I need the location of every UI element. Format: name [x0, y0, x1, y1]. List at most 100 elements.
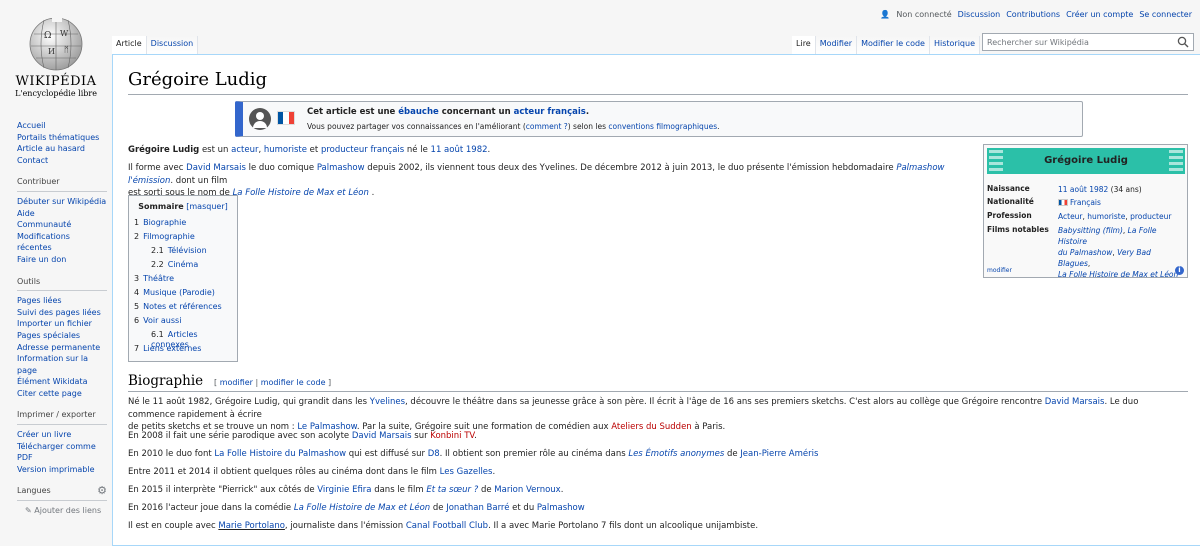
link-palmashow[interactable]: Palmashow: [537, 503, 585, 513]
toc-item[interactable]: 4 Musique (Parodie): [134, 288, 215, 298]
sidebar-item-portails[interactable]: Portails thématiques: [17, 133, 99, 142]
toc-item[interactable]: 2 Filmographie: [134, 232, 195, 242]
conventions-link[interactable]: conventions filmographiques: [608, 122, 717, 131]
search-input[interactable]: [983, 34, 1173, 50]
create-account-link[interactable]: Créer un compte: [1066, 10, 1133, 19]
link-birthdate[interactable]: 11 août 1982: [431, 145, 488, 155]
toc-link[interactable]: Télévision: [168, 246, 207, 255]
search-icon[interactable]: [1177, 36, 1189, 48]
sidebar-item-permalink[interactable]: Adresse permanente: [17, 343, 100, 352]
link-folle-histoire-palmashow[interactable]: du Palmashow: [1058, 248, 1112, 257]
login-link[interactable]: Se connecter: [1139, 10, 1192, 19]
tab-article[interactable]: Article: [112, 36, 147, 55]
gear-icon[interactable]: ⚙: [97, 485, 107, 497]
link-palmashow[interactable]: Palmashow: [317, 163, 365, 173]
sidebar-item-contact[interactable]: Contact: [17, 156, 48, 165]
link-virginie-efira[interactable]: Virginie Efira: [317, 485, 371, 495]
sidebar-item-donate[interactable]: Faire un don: [17, 255, 66, 264]
sidebar-item-suivi[interactable]: Suivi des pages liées: [17, 308, 101, 317]
toc-link[interactable]: Musique (Parodie): [143, 288, 215, 297]
toc-link[interactable]: Biographie: [143, 218, 186, 227]
wikipedia-logo[interactable]: Ω W И ᛗ WIKIPÉDIA L'encyclopédie libre: [8, 12, 104, 98]
sidebar-item-accueil[interactable]: Accueil: [17, 121, 46, 130]
link-et-ta-soeur[interactable]: Et ta sœur ?: [426, 485, 478, 495]
edit-section-code-link[interactable]: modifier le code: [261, 378, 326, 387]
link-marie-portolano[interactable]: Marie Portolano: [218, 521, 285, 531]
link-jean-pierre-ameris[interactable]: Jean-Pierre Améris: [740, 449, 818, 459]
link-humoriste[interactable]: humoriste: [264, 145, 307, 155]
sidebar-item-wikidata[interactable]: Élément Wikidata: [17, 377, 88, 386]
sidebar-item-printable[interactable]: Version imprimable: [17, 465, 94, 474]
sidebar-item-random-article[interactable]: Article au hasard: [17, 144, 85, 153]
sidebar-item-download[interactable]: Télécharger comme: [17, 442, 96, 451]
tab-read[interactable]: Lire: [792, 36, 816, 55]
link-max-et-leon[interactable]: La Folle Histoire de Max et Léon: [233, 188, 369, 198]
text: Entre 2011 et 2014 il obtient quelques r…: [128, 467, 440, 477]
tab-discussion[interactable]: Discussion: [146, 36, 199, 55]
link-humoriste[interactable]: humoriste: [1087, 212, 1125, 221]
add-links-link[interactable]: ✎ Ajouter des liens: [17, 505, 107, 517]
stub-link[interactable]: ébauche: [398, 107, 439, 117]
sidebar-item-pages-liees[interactable]: Pages liées: [17, 296, 62, 305]
infobox-value: Français: [1058, 197, 1185, 208]
toc-link[interactable]: Notes et références: [143, 302, 222, 311]
tab-edit-code[interactable]: Modifier le code: [857, 36, 930, 55]
link-acteur[interactable]: acteur: [231, 145, 258, 155]
sidebar-item-page-info[interactable]: Information sur la page: [17, 354, 88, 375]
sidebar-item-recent-changes[interactable]: Modifications récentes: [17, 232, 70, 253]
toc-item[interactable]: 7 Liens externes: [134, 344, 201, 354]
section-heading-biographie: Biographie [ modifier | modifier le code…: [128, 373, 1188, 392]
link-producteur[interactable]: producteur français: [321, 145, 404, 155]
link-marion-vernoux[interactable]: Marion Vernoux: [494, 485, 560, 495]
toc-item[interactable]: 5 Notes et références: [134, 302, 222, 312]
tab-history[interactable]: Historique: [929, 36, 980, 55]
link-emotifs-anonymes[interactable]: Les Émotifs anonymes: [628, 449, 724, 459]
link-jonathan-barre[interactable]: Jonathan Barré: [446, 503, 509, 513]
sidebar-item-upload[interactable]: Importer un fichier: [17, 319, 92, 328]
toc-item[interactable]: 2.2 Cinéma: [151, 260, 198, 270]
link-babysitting[interactable]: Babysitting (film): [1058, 226, 1123, 235]
toc-toggle[interactable]: [masquer]: [186, 202, 227, 211]
toc-link[interactable]: Cinéma: [168, 260, 199, 269]
sidebar-item-aide[interactable]: Aide: [17, 209, 35, 218]
stub-notice: Cet article est une ébauche concernant u…: [235, 101, 1083, 137]
info-icon[interactable]: i: [1175, 266, 1184, 275]
tab-edit[interactable]: Modifier: [815, 36, 858, 55]
sidebar-item-special-pages[interactable]: Pages spéciales: [17, 331, 80, 340]
toc-link[interactable]: Filmographie: [143, 232, 195, 241]
toc-link[interactable]: Voir aussi: [143, 316, 181, 325]
sidebar-item-create-book[interactable]: Créer un livre: [17, 430, 71, 439]
sidebar-item-cite[interactable]: Citer cette page: [17, 389, 82, 398]
link-d8[interactable]: D8: [428, 449, 440, 459]
toc-item[interactable]: 1 Biographie: [134, 218, 186, 228]
link-birthdate[interactable]: 11 août 1982: [1058, 185, 1108, 194]
toc-item[interactable]: 6 Voir aussi: [134, 316, 181, 326]
link-david-marsais[interactable]: David Marsais: [186, 163, 246, 173]
link-francais[interactable]: Français: [1070, 198, 1101, 207]
link-producteur[interactable]: producteur: [1130, 212, 1171, 221]
link-folle-histoire-palmashow[interactable]: La Folle Histoire du Palmashow: [214, 449, 346, 459]
text: de: [478, 485, 495, 495]
sidebar-item-debuter[interactable]: Débuter sur Wikipédia: [17, 197, 106, 206]
link-konbini-tv[interactable]: Konbini TV: [430, 431, 474, 441]
link-max-et-leon[interactable]: La Folle Histoire de Max et Léon: [294, 503, 430, 513]
french-actor-link[interactable]: acteur français: [514, 107, 586, 117]
link-canal-football-club[interactable]: Canal Football Club: [406, 521, 488, 531]
user-discussion-link[interactable]: Discussion: [958, 10, 1001, 19]
link-acteur[interactable]: Acteur: [1058, 212, 1083, 221]
how-link[interactable]: comment ?: [526, 122, 568, 131]
edit-section-link[interactable]: modifier: [220, 378, 253, 387]
sidebar-item-communaute[interactable]: Communauté: [17, 220, 71, 229]
link-david-marsais[interactable]: David Marsais: [352, 431, 412, 441]
toc-item[interactable]: 3 Théâtre: [134, 274, 174, 284]
toc-item[interactable]: 2.1 Télévision: [151, 246, 207, 256]
infobox-edit-link[interactable]: modifier: [987, 267, 1012, 274]
link-yvelines[interactable]: Yvelines: [370, 397, 405, 407]
toc-link[interactable]: Liens externes: [143, 344, 201, 353]
contributions-link[interactable]: Contributions: [1006, 10, 1060, 19]
toc-link[interactable]: Théâtre: [143, 274, 174, 283]
link-david-marsais[interactable]: David Marsais: [1045, 397, 1105, 407]
link-les-gazelles[interactable]: Les Gazelles: [440, 467, 493, 477]
sidebar-item-download-pdf[interactable]: PDF: [17, 453, 33, 462]
link-max-et-leon[interactable]: La Folle Histoire de Max et Léon: [1058, 270, 1178, 279]
